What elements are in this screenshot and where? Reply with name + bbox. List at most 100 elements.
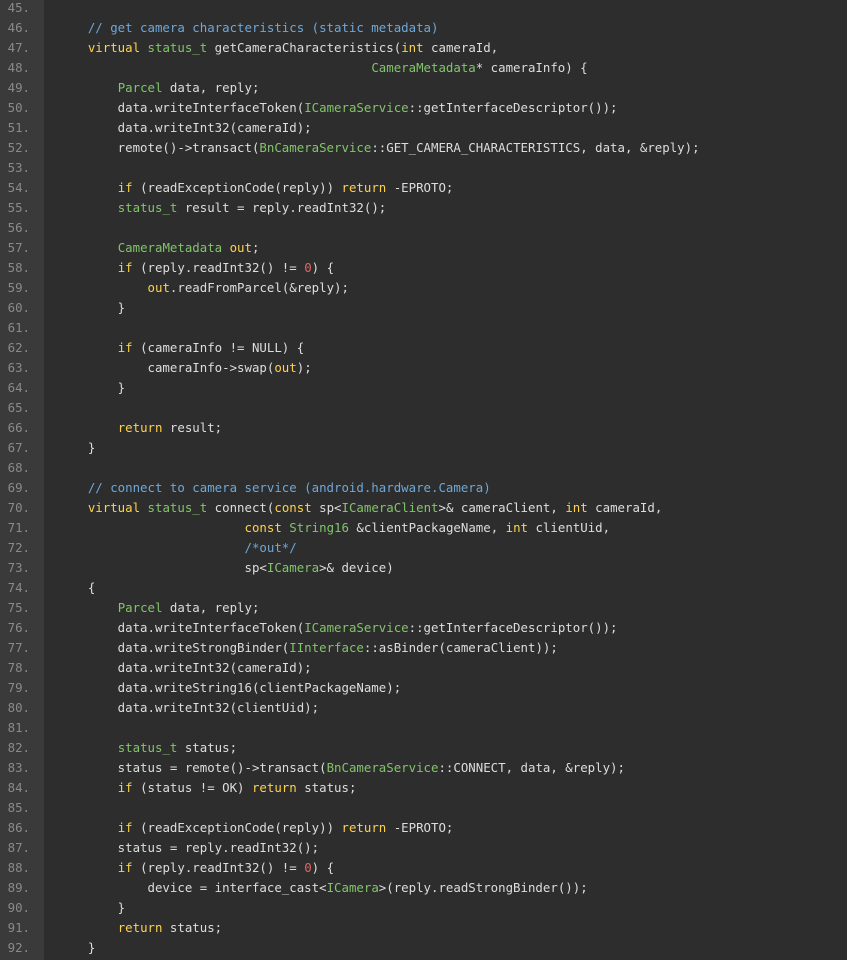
code-line[interactable]: 68. (0, 458, 847, 478)
code-line[interactable]: 88. if (reply.readInt32() != 0) { (0, 858, 847, 878)
code-line[interactable]: 65. (0, 398, 847, 418)
code-token: &clientPackageName, (348, 520, 506, 535)
code-token: return (251, 780, 297, 795)
code-token: Parcel (117, 600, 163, 615)
code-line[interactable]: 54. if (readExceptionCode(reply)) return… (0, 178, 847, 198)
code-text: } (58, 938, 95, 958)
code-token: virtual (87, 500, 141, 515)
code-line[interactable]: 53. (0, 158, 847, 178)
code-line[interactable]: 74. { (0, 578, 847, 598)
code-token: ICameraClient (341, 500, 439, 515)
line-number: 64. (7, 380, 30, 395)
line-number: 57. (7, 240, 30, 255)
line-number: 72. (7, 540, 30, 555)
code-token: // get camera characteristics (static me… (58, 20, 439, 35)
line-number: 80. (7, 700, 30, 715)
code-token: status_t (117, 200, 178, 215)
code-token: ICameraService (304, 620, 409, 635)
code-line[interactable]: 46. // get camera characteristics (stati… (0, 18, 847, 38)
code-line[interactable]: 57. CameraMetadata out; (0, 238, 847, 258)
code-token: (status != OK) (132, 780, 252, 795)
code-line[interactable]: 84. if (status != OK) return status; (0, 778, 847, 798)
code-line[interactable]: 47. virtual status_t getCameraCharacteri… (0, 38, 847, 58)
code-token: (reply.readInt32() != (132, 860, 305, 875)
code-line[interactable]: 50. data.writeInterfaceToken(ICameraServ… (0, 98, 847, 118)
code-text: if (readExceptionCode(reply)) return -EP… (58, 178, 454, 198)
code-line[interactable]: 90. } (0, 898, 847, 918)
line-number: 67. (7, 440, 30, 455)
code-line[interactable]: 86. if (readExceptionCode(reply)) return… (0, 818, 847, 838)
code-token: return (117, 920, 163, 935)
code-line[interactable]: 83. status = remote()->transact(BnCamera… (0, 758, 847, 778)
code-line[interactable]: 89. device = interface_cast<ICamera>(rep… (0, 878, 847, 898)
code-text: if (reply.readInt32() != 0) { (58, 858, 334, 878)
code-line[interactable]: 79. data.writeString16(clientPackageName… (0, 678, 847, 698)
code-line[interactable]: 75. Parcel data, reply; (0, 598, 847, 618)
line-number: 48. (7, 60, 30, 75)
line-number: 54. (7, 180, 30, 195)
line-number: 45. (7, 0, 30, 15)
code-line[interactable]: 80. data.writeInt32(clientUid); (0, 698, 847, 718)
code-text: return status; (58, 918, 222, 938)
code-token: .readFromParcel(&reply); (169, 280, 349, 295)
code-line[interactable]: 51. data.writeInt32(cameraId); (0, 118, 847, 138)
code-token: cameraId, (423, 40, 499, 55)
code-line[interactable]: 71. const String16 &clientPackageName, i… (0, 518, 847, 538)
code-line[interactable]: 66. return result; (0, 418, 847, 438)
code-token: // connect to camera service (android.ha… (58, 480, 491, 495)
code-text: // get camera characteristics (static me… (58, 18, 439, 38)
code-line[interactable]: 91. return status; (0, 918, 847, 938)
code-token: status_t (147, 40, 208, 55)
code-line[interactable]: 81. (0, 718, 847, 738)
code-token: 0 (304, 860, 312, 875)
line-number: 76. (7, 620, 30, 635)
line-number: 78. (7, 660, 30, 675)
code-line[interactable]: 64. } (0, 378, 847, 398)
code-token: getCameraCharacteristics( (207, 40, 402, 55)
code-line[interactable]: 60. } (0, 298, 847, 318)
code-line[interactable]: 82. status_t status; (0, 738, 847, 758)
code-token: if (117, 780, 133, 795)
code-line[interactable]: 72. /*out*/ (0, 538, 847, 558)
code-line[interactable]: 77. data.writeStrongBinder(IInterface::a… (0, 638, 847, 658)
code-line[interactable]: 45. (0, 0, 847, 18)
code-line[interactable]: 63. cameraInfo->swap(out); (0, 358, 847, 378)
code-line[interactable]: 58. if (reply.readInt32() != 0) { (0, 258, 847, 278)
code-token: } (58, 440, 96, 455)
line-number: 51. (7, 120, 30, 135)
code-token: >& cameraClient, (438, 500, 566, 515)
code-line[interactable]: 49. Parcel data, reply; (0, 78, 847, 98)
code-text: const String16 &clientPackageName, int c… (58, 518, 611, 538)
code-text: if (status != OK) return status; (58, 778, 357, 798)
code-line[interactable]: 52. remote()->transact(BnCameraService::… (0, 138, 847, 158)
code-token: remote()->transact( (58, 140, 260, 155)
code-line[interactable]: 85. (0, 798, 847, 818)
code-token: device = interface_cast< (58, 880, 327, 895)
code-line[interactable]: 67. } (0, 438, 847, 458)
code-token: ::GET_CAMERA_CHARACTERISTICS, data, &rep… (371, 140, 700, 155)
code-line[interactable]: 87. status = reply.readInt32(); (0, 838, 847, 858)
code-line[interactable]: 61. (0, 318, 847, 338)
code-token: (readExceptionCode(reply)) (132, 180, 342, 195)
code-text: if (cameraInfo != NULL) { (58, 338, 305, 358)
code-token: String16 (289, 520, 349, 535)
code-line[interactable]: 76. data.writeInterfaceToken(ICameraServ… (0, 618, 847, 638)
code-line[interactable]: 59. out.readFromParcel(&reply); (0, 278, 847, 298)
code-line[interactable]: 69. // connect to camera service (androi… (0, 478, 847, 498)
code-area[interactable]: 45. 46. // get camera characteristics (st… (0, 0, 847, 958)
code-token: Parcel (117, 80, 163, 95)
code-line[interactable]: 73. sp<ICamera>& device) (0, 558, 847, 578)
code-line[interactable]: 70. virtual status_t connect(const sp<IC… (0, 498, 847, 518)
code-line[interactable]: 78. data.writeInt32(cameraId); (0, 658, 847, 678)
code-line[interactable]: 56. (0, 218, 847, 238)
code-line[interactable]: 55. status_t result = reply.readInt32(); (0, 198, 847, 218)
code-line[interactable]: 62. if (cameraInfo != NULL) { (0, 338, 847, 358)
code-line[interactable]: 92. } (0, 938, 847, 958)
code-line[interactable]: 48. CameraMetadata* cameraInfo) { (0, 58, 847, 78)
code-text: sp<ICamera>& device) (58, 558, 393, 578)
line-number: 70. (7, 500, 30, 515)
